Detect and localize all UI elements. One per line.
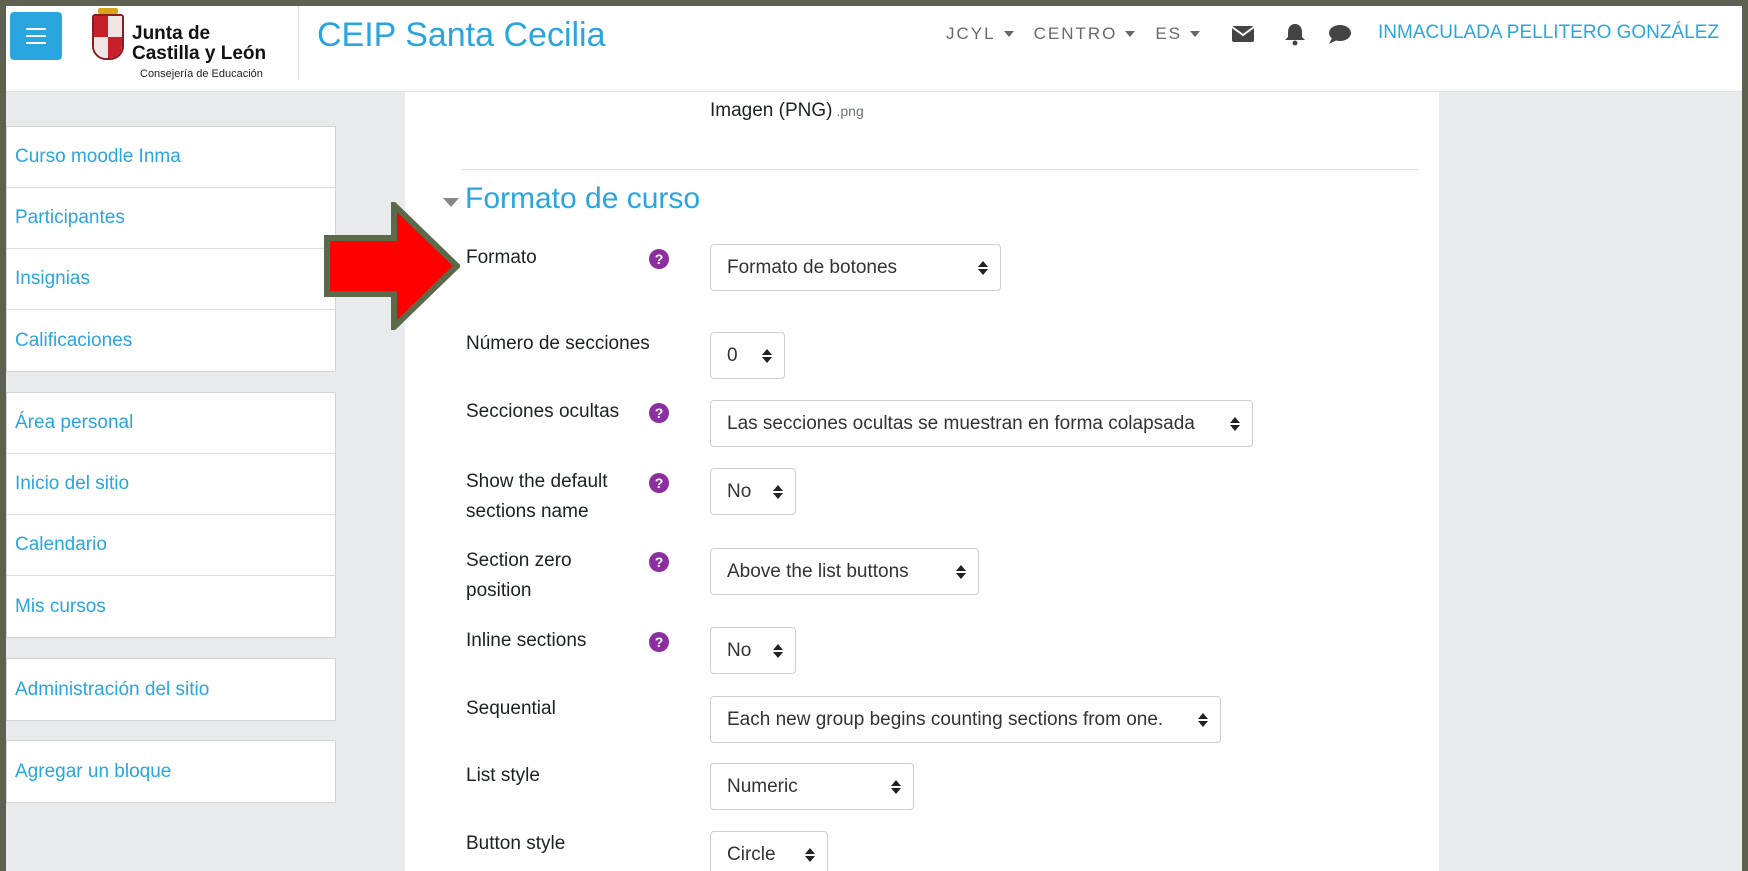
caret-down-icon [1003, 31, 1014, 37]
menu-language-label: ES [1155, 24, 1183, 43]
sidebar-item-calendar[interactable]: Calendario [7, 515, 335, 576]
help-icon[interactable]: ? [649, 473, 669, 493]
field-label-sequential: Sequential [466, 698, 556, 719]
course-nav-block: Curso moodle Inma Participantes Insignia… [6, 126, 336, 372]
select-arrows-icon [1198, 712, 1208, 727]
section-zero-position-value: Above the list buttons [727, 560, 909, 582]
hamburger-icon[interactable] [10, 12, 62, 60]
inline-sections-select[interactable]: No [710, 627, 796, 674]
sidebar-item-dashboard[interactable]: Área personal [7, 393, 335, 454]
menu-centro-label: CENTRO [1033, 24, 1118, 43]
field-label-format: Formato [466, 247, 537, 268]
sidebar-item-badges[interactable]: Insignias [7, 249, 335, 310]
field-label-num-sections: Número de secciones [466, 333, 650, 354]
sequential-select[interactable]: Each new group begins counting sections … [710, 696, 1221, 743]
list-style-value: Numeric [727, 775, 798, 797]
red-arrow-annotation [324, 202, 460, 330]
section-divider [461, 169, 1419, 170]
crown-icon [98, 8, 118, 14]
button-style-select[interactable]: Circle [710, 831, 828, 871]
sidebar-item-course[interactable]: Curso moodle Inma [7, 127, 335, 188]
menu-jcyl[interactable]: JCYL [946, 24, 1014, 44]
filetype-item: Imagen (PNG) .png [710, 100, 864, 122]
logo-line-2: Castilla y León [132, 43, 267, 64]
help-icon[interactable]: ? [649, 403, 669, 423]
sequential-value: Each new group begins counting sections … [727, 708, 1164, 730]
caret-down-icon [1125, 31, 1136, 37]
field-label-section-zero-position: Section zero position [466, 550, 572, 601]
course-settings-form: Imagen (PNG) .png Formato de curso Format… [405, 92, 1439, 871]
help-icon[interactable]: ? [649, 552, 669, 572]
site-title[interactable]: CEIP Santa Cecilia [317, 16, 606, 55]
sidebar-item-add-block[interactable]: Agregar un bloque [7, 741, 335, 802]
section-zero-position-select[interactable]: Above the list buttons [710, 548, 979, 595]
format-select-value: Formato de botones [727, 256, 898, 278]
select-arrows-icon [978, 260, 988, 275]
hidden-sections-value: Las secciones ocultas se muestran en for… [727, 412, 1195, 434]
help-icon[interactable]: ? [649, 249, 669, 269]
section-title[interactable]: Formato de curso [465, 182, 700, 216]
logo-line-3: Consejería de Educación [140, 68, 263, 80]
logo-line-1: Junta de [132, 23, 211, 44]
field-label-default-sections-name: Show the default sections name [466, 471, 608, 522]
select-arrows-icon [891, 779, 901, 794]
chat-icon[interactable] [1326, 22, 1352, 46]
add-block-block: Agregar un bloque [6, 740, 336, 803]
sidebar-item-site-admin[interactable]: Administración del sitio [7, 659, 335, 720]
select-arrows-icon [773, 643, 783, 658]
navbar-menus: JCYL CENTRO ES [946, 22, 1220, 46]
navbar: Junta de Castilla y León Consejería de E… [6, 6, 1742, 92]
sidebar-item-participants[interactable]: Participantes [7, 188, 335, 249]
select-arrows-icon [773, 484, 783, 499]
bell-icon[interactable] [1282, 22, 1308, 46]
list-style-select[interactable]: Numeric [710, 763, 914, 810]
hidden-sections-select[interactable]: Las secciones ocultas se muestran en for… [710, 400, 1253, 447]
select-arrows-icon [805, 847, 815, 862]
field-label-list-style: List style [466, 765, 540, 786]
envelope-icon[interactable] [1230, 22, 1256, 46]
sidebar-item-my-courses[interactable]: Mis cursos [7, 576, 335, 637]
select-arrows-icon [1230, 416, 1240, 431]
filetype-ext: .png [836, 103, 864, 119]
site-logo[interactable]: Junta de Castilla y León Consejería de E… [92, 8, 282, 82]
button-style-value: Circle [727, 843, 776, 865]
field-label-inline-sections: Inline sections [466, 630, 587, 651]
screen: Junta de Castilla y León Consejería de E… [6, 6, 1742, 871]
caret-down-icon [1190, 31, 1201, 37]
menu-language[interactable]: ES [1155, 24, 1201, 44]
site-nav-block: Área personal Inicio del sitio Calendari… [6, 392, 336, 638]
user-menu[interactable]: INMACULADA PELLITERO GONZÁLEZ [1378, 22, 1719, 44]
menu-centro[interactable]: CENTRO [1034, 24, 1136, 44]
default-sections-name-select[interactable]: No [710, 468, 796, 515]
default-sections-name-value: No [727, 480, 752, 502]
field-label-hidden-sections: Secciones ocultas [466, 401, 620, 422]
inline-sections-value: No [727, 639, 752, 661]
navbar-divider [298, 6, 299, 80]
help-icon[interactable]: ? [649, 632, 669, 652]
filetype-label: Imagen (PNG) [710, 100, 833, 121]
field-label-button-style: Button style [466, 833, 566, 854]
num-sections-select[interactable]: 0 [710, 332, 785, 379]
sidebar-item-grades[interactable]: Calificaciones [7, 310, 335, 371]
sidebar-item-site-home[interactable]: Inicio del sitio [7, 454, 335, 515]
menu-jcyl-label: JCYL [946, 24, 996, 43]
select-arrows-icon [762, 348, 772, 363]
sidebar: Curso moodle Inma Participantes Insignia… [6, 92, 364, 871]
format-select[interactable]: Formato de botones [710, 244, 1001, 291]
select-arrows-icon [956, 564, 966, 579]
admin-block: Administración del sitio [6, 658, 336, 721]
coat-of-arms-icon [92, 14, 124, 60]
num-sections-value: 0 [727, 344, 738, 366]
